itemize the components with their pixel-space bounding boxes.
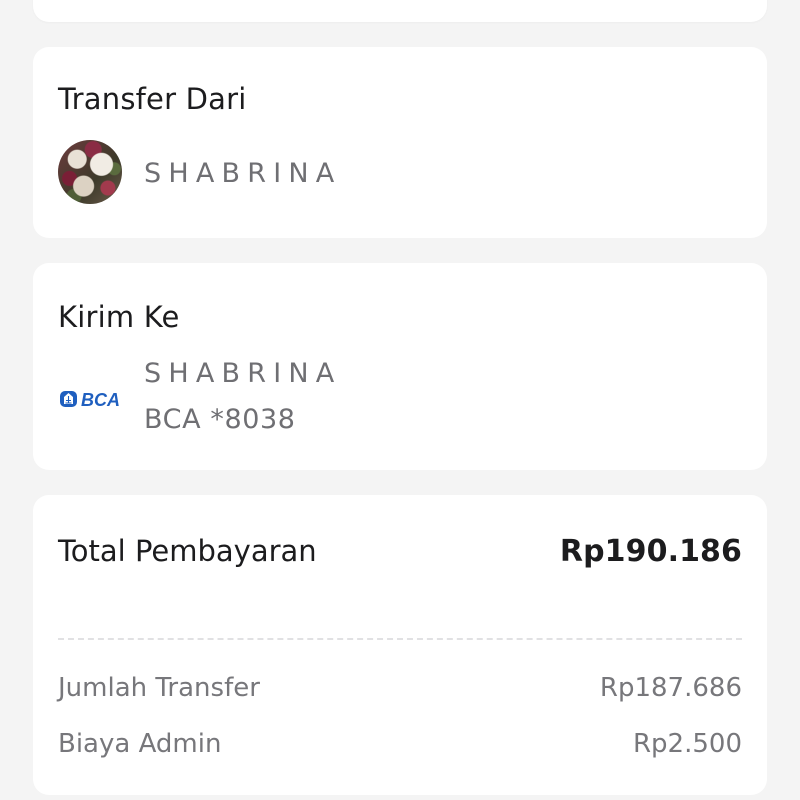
recipient-name: SHABRINA xyxy=(144,358,342,389)
transfer-amount-label: Jumlah Transfer xyxy=(58,673,260,703)
bca-logo-text: BCA xyxy=(81,390,120,410)
send-to-title: Kirim Ke xyxy=(58,300,180,334)
transfer-amount-value: Rp187.686 xyxy=(599,673,742,703)
transfer-from-card: Transfer Dari SHABRINA xyxy=(33,47,767,238)
source-account-name: SHABRINA xyxy=(144,158,342,189)
total-payment-label: Total Pembayaran xyxy=(58,534,317,568)
transfer-confirmation-page: Transfer Dari SHABRINA Kirim Ke SHABRINA… xyxy=(0,0,800,800)
transfer-from-title: Transfer Dari xyxy=(58,82,247,116)
summary-divider xyxy=(58,638,742,640)
send-to-card: Kirim Ke SHABRINA BCA BCA *8038 xyxy=(33,263,767,470)
payment-summary-card: Total Pembayaran Rp190.186 Jumlah Transf… xyxy=(33,495,767,795)
floral-avatar xyxy=(58,140,122,204)
bca-logo-icon: BCA xyxy=(60,390,120,410)
top-card xyxy=(33,0,767,22)
recipient-bank-account: BCA *8038 xyxy=(144,404,296,435)
admin-fee-label: Biaya Admin xyxy=(58,729,222,759)
total-payment-amount: Rp190.186 xyxy=(559,534,742,569)
admin-fee-value: Rp2.500 xyxy=(632,729,742,759)
